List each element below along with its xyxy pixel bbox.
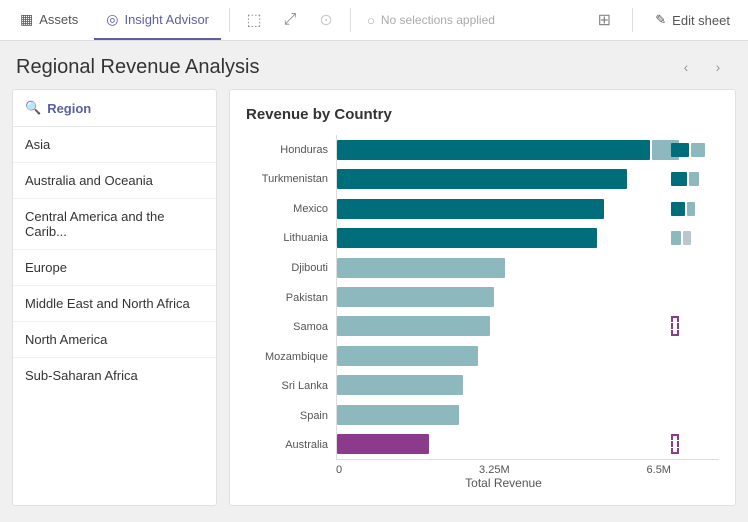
bar-australia-purple (337, 434, 429, 454)
main-content: 🔍 Region Asia Australia and Oceania Cent… (0, 89, 748, 518)
y-label-turkmenistan: Turkmenistan (246, 165, 336, 195)
search-icon: 🔍 (25, 100, 41, 116)
edit-sheet-label: Edit sheet (672, 13, 730, 28)
bar-row-mexico (337, 194, 719, 223)
y-label-pakistan: Pakistan (246, 283, 336, 313)
y-label-djibouti: Djibouti (246, 253, 336, 283)
sidebar-item-central-america[interactable]: Central America and the Carib... (13, 199, 216, 250)
right-overlay (671, 135, 719, 459)
next-arrow[interactable]: › (704, 53, 732, 81)
bar-pakistan-light (337, 287, 494, 307)
x-tick-0: 0 (336, 464, 342, 476)
divider-3 (632, 8, 633, 32)
y-label-samoa: Samoa (246, 312, 336, 342)
divider-2 (350, 8, 351, 32)
no-selections-label: No selections applied (381, 13, 495, 27)
toolbar: ▦ Assets ◎ Insight Advisor ⬚ ⤢ ⊙ ○ No se… (0, 0, 748, 41)
zoom-btn[interactable]: ⤢ (274, 4, 306, 36)
nav-arrows: ‹ › (672, 53, 732, 81)
field-label: Region (47, 101, 91, 116)
divider-1 (229, 8, 230, 32)
page-header: Regional Revenue Analysis ‹ › (0, 41, 748, 89)
bar-samoa-light (337, 316, 490, 336)
bar-row-samoa (337, 312, 719, 341)
bar-row-mozambique (337, 341, 719, 370)
tab-assets-label: Assets (39, 12, 78, 27)
bar-srilanka-light (337, 375, 463, 395)
x-tick-1: 3.25M (479, 464, 510, 476)
bar-spain-light (337, 405, 459, 425)
y-label-mozambique: Mozambique (246, 342, 336, 372)
bar-row-djibouti (337, 253, 719, 282)
sidebar: 🔍 Region Asia Australia and Oceania Cent… (12, 89, 217, 506)
bar-mexico-teal (337, 199, 604, 219)
y-label-lithuania: Lithuania (246, 224, 336, 254)
toolbar-right: ⊞ ✎ Edit sheet (588, 4, 740, 36)
insight-advisor-icon: ◎ (106, 11, 118, 28)
bar-row-srilanka (337, 371, 719, 400)
bar-row-australia (337, 430, 719, 459)
chart-panel: Revenue by Country Honduras Turkmenistan… (229, 89, 736, 506)
sidebar-item-north-america[interactable]: North America (13, 322, 216, 358)
pencil-icon: ✎ (655, 12, 666, 28)
sidebar-search: 🔍 Region (13, 90, 216, 127)
prev-arrow[interactable]: ‹ (672, 53, 700, 81)
assets-icon: ▦ (20, 11, 33, 28)
y-label-srilanka: Sri Lanka (246, 371, 336, 401)
bar-djibouti-light (337, 258, 505, 278)
grid-btn[interactable]: ⊞ (588, 4, 620, 36)
x-axis-label: Total Revenue (465, 476, 542, 490)
sidebar-item-asia[interactable]: Asia (13, 127, 216, 163)
x-tick-2: 6.5M (647, 464, 671, 476)
bar-row-turkmenistan (337, 164, 719, 193)
bar-lithuania-teal (337, 228, 597, 248)
y-label-australia: Australia (246, 430, 336, 460)
no-selections: ○ No selections applied (359, 13, 503, 28)
sidebar-item-sub-saharan[interactable]: Sub-Saharan Africa (13, 358, 216, 393)
sidebar-item-middle-east[interactable]: Middle East and North Africa (13, 286, 216, 322)
bar-row-spain (337, 400, 719, 429)
chart-title: Revenue by Country (246, 106, 719, 123)
tab-insight-advisor[interactable]: ◎ Insight Advisor (94, 0, 221, 40)
bar-row-lithuania (337, 223, 719, 252)
sidebar-item-europe[interactable]: Europe (13, 250, 216, 286)
bar-turkmenistan-teal (337, 169, 627, 189)
lasso-btn[interactable]: ⊙ (310, 4, 342, 36)
bar-row-honduras (337, 135, 719, 164)
tab-assets[interactable]: ▦ Assets (8, 0, 90, 40)
page-title: Regional Revenue Analysis (16, 56, 260, 79)
bar-row-pakistan (337, 282, 719, 311)
tab-insight-advisor-label: Insight Advisor (124, 12, 209, 27)
y-label-mexico: Mexico (246, 194, 336, 224)
y-label-spain: Spain (246, 401, 336, 431)
y-label-honduras: Honduras (246, 135, 336, 165)
select-region-btn[interactable]: ⬚ (238, 4, 270, 36)
bar-honduras-teal (337, 140, 650, 160)
no-selections-icon: ○ (367, 13, 375, 28)
bar-mozambique-light (337, 346, 478, 366)
edit-sheet-btn[interactable]: ✎ Edit sheet (645, 8, 740, 32)
sidebar-item-australia[interactable]: Australia and Oceania (13, 163, 216, 199)
